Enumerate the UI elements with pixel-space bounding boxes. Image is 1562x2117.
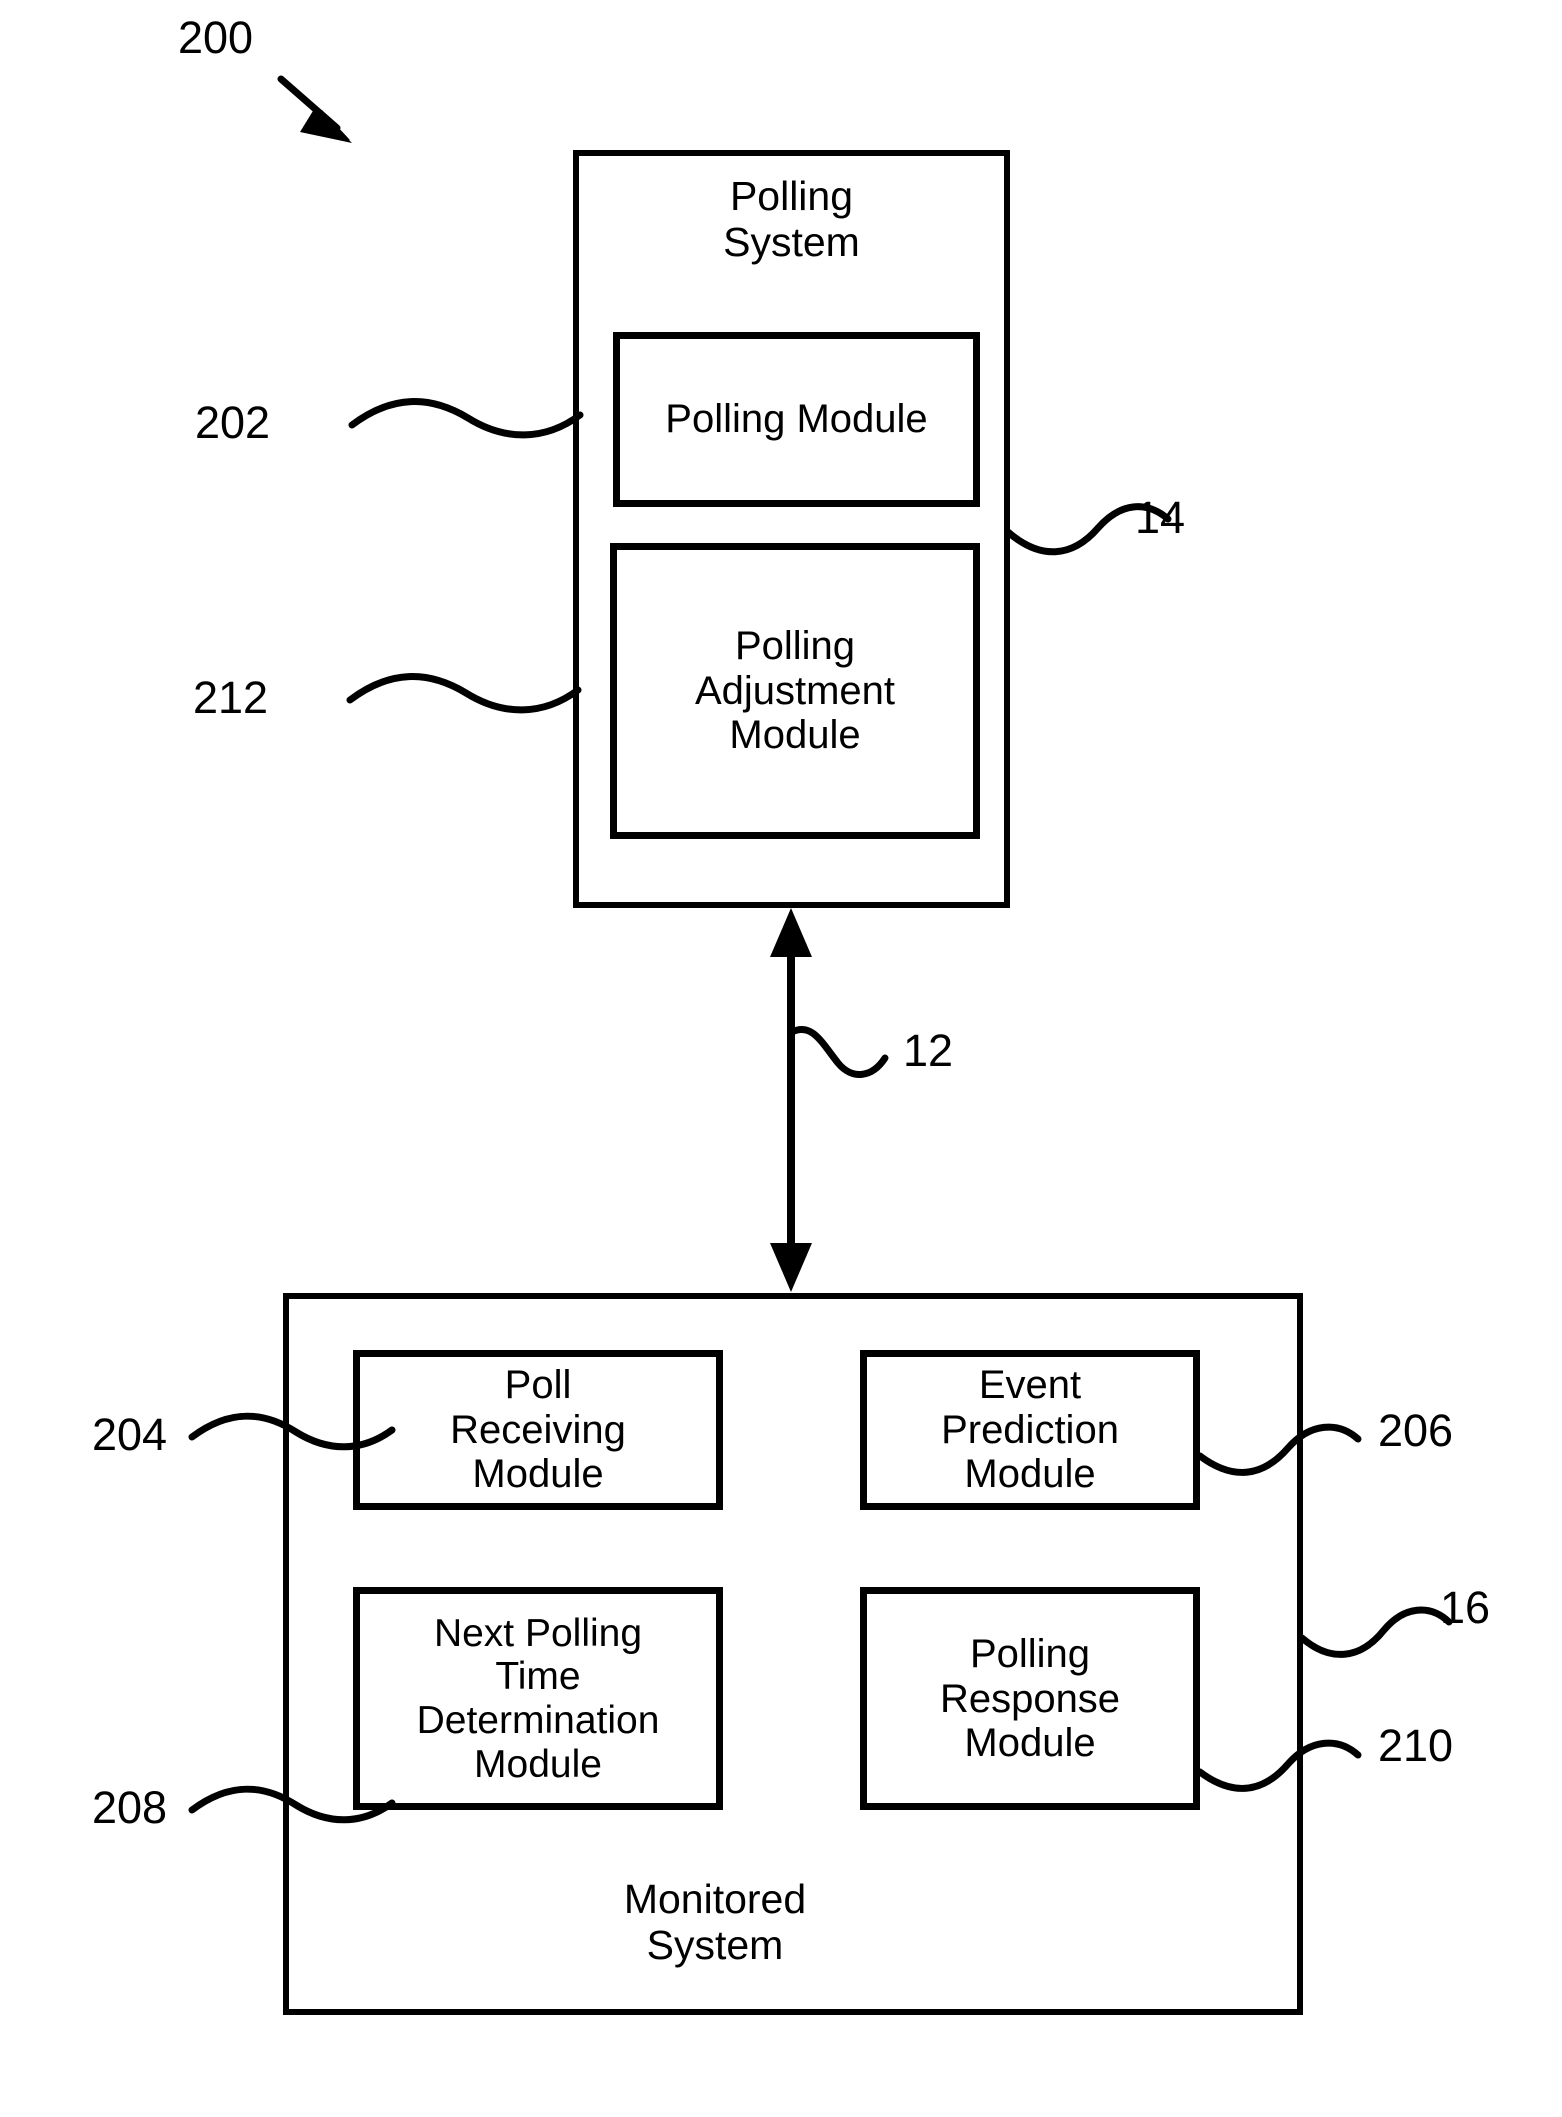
polling-response-module-label: Polling Response Module [939, 1631, 1121, 1766]
leader-line-16 [1298, 1606, 1453, 1658]
ref-label-208: 208 [92, 1782, 168, 1833]
poll-receiving-module-label: Poll Receiving Module [450, 1362, 626, 1497]
polling-module-label: Polling Module [665, 397, 928, 442]
ref-label-12: 12 [903, 1025, 954, 1076]
figure-pointer-arrow [277, 75, 352, 143]
bidirectional-connector-arrow [770, 908, 812, 1292]
figure-number-200: 200 [178, 12, 254, 63]
next-polling-time-determination-module-label: Next Polling Time Determination Module [416, 1611, 660, 1786]
ref-label-14: 14 [1135, 492, 1186, 543]
ref-label-204: 204 [92, 1409, 168, 1460]
ref-label-206: 206 [1378, 1405, 1454, 1456]
ref-label-16: 16 [1440, 1582, 1491, 1633]
leader-line-12 [788, 1026, 889, 1078]
polling-adjustment-module-label: Polling Adjustment Module [694, 623, 896, 758]
monitored-system-title: Monitored System [623, 1875, 807, 1968]
patent-figure-canvas: 200 Polling System 14 Polling Module 202… [0, 0, 1562, 2117]
leader-line-212 [346, 673, 582, 714]
leader-line-202 [348, 398, 584, 439]
ref-label-202: 202 [195, 397, 271, 448]
ref-label-212: 212 [193, 672, 269, 723]
ref-label-210: 210 [1378, 1720, 1454, 1771]
polling-system-title: Polling System [723, 173, 860, 265]
event-prediction-module-label: Event Prediction Module [941, 1362, 1119, 1497]
